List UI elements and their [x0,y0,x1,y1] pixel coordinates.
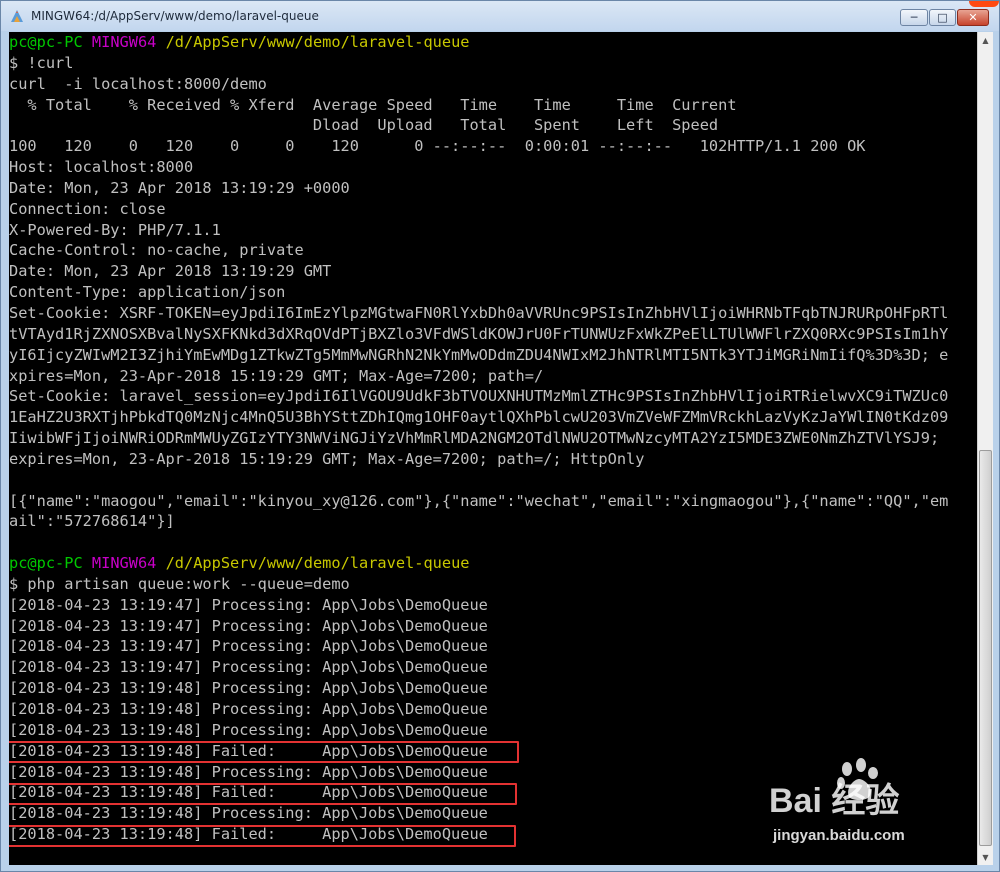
failed-line-highlight-box [9,824,516,847]
terminal-line: yI6IjcyZWIwM2I3ZjhiYmEwMDg1ZTkwZTg5MmMwN… [9,345,977,366]
window-title: MINGW64:/d/AppServ/www/demo/laravel-queu… [31,9,319,23]
terminal-line: Set-Cookie: laravel_session=eyJpdiI6IlVG… [9,386,977,407]
terminal-line: pc@pc-PC MINGW64 /d/AppServ/www/demo/lar… [9,32,977,53]
minimize-button[interactable]: ─ [900,9,928,26]
terminal-text-segment: Connection: close [9,199,166,218]
minimize-icon: ─ [910,11,918,24]
terminal-text-segment: ail":"572768614"}] [9,512,175,531]
terminal-output[interactable]: pc@pc-PC MINGW64 /d/AppServ/www/demo/lar… [9,32,977,865]
close-icon: ✕ [968,11,978,24]
terminal-line: Dload Upload Total Spent Left Speed [9,115,977,136]
terminal-text-segment: yI6IjcyZWIwM2I3ZjhiYmEwMDg1ZTkwZTg5MmMwN… [9,345,949,364]
terminal-line: X-Powered-By: PHP/7.1.1 [9,220,977,241]
terminal-text-segment: Cache-Control: no-cache, private [9,241,304,260]
terminal-line: $ !curl [9,53,977,74]
terminal-text-segment: [2018-04-23 13:19:47] Processing: App\Jo… [9,637,488,656]
terminal-line: Date: Mon, 23 Apr 2018 13:19:29 +0000 [9,178,977,199]
terminal-text-segment: xpires=Mon, 23-Apr-2018 15:19:29 GMT; Ma… [9,366,544,385]
terminal-text-segment: Date: Mon, 23 Apr 2018 13:19:29 +0000 [9,178,350,197]
terminal-text-segment: [2018-04-23 13:19:48] Processing: App\Jo… [9,804,488,823]
terminal-text-segment: [2018-04-23 13:19:47] Processing: App\Jo… [9,658,488,677]
terminal-line: Connection: close [9,199,977,220]
corner-decoration [969,1,999,7]
terminal-line: [2018-04-23 13:19:48] Processing: App\Jo… [9,678,977,699]
maximize-button[interactable]: □ [929,9,956,26]
terminal-line: [2018-04-23 13:19:48] Processing: App\Jo… [9,803,977,824]
scroll-up-arrow-icon[interactable]: ▲ [978,32,993,48]
terminal-line: [2018-04-23 13:19:48] Processing: App\Jo… [9,720,977,741]
maximize-icon: □ [937,11,948,24]
terminal-text-segment: /d/AppServ/www/demo/laravel-queue [165,33,470,51]
terminal-text-segment: % Total % Received % Xferd Average Speed… [9,95,737,114]
terminal-line: pc@pc-PC MINGW64 /d/AppServ/www/demo/lar… [9,553,977,574]
terminal-line: expires=Mon, 23-Apr-2018 15:19:29 GMT; M… [9,449,977,470]
terminal-text-segment: 1EaHZ2U3RXTjhPbkdTQ0MzNjc4MnQ5U3BhYSttZD… [9,408,949,427]
terminal-line: [2018-04-23 13:19:48] Processing: App\Jo… [9,762,977,783]
terminal-text-segment: MINGW64 [91,554,157,573]
terminal-line: ail":"572768614"}] [9,511,977,532]
terminal-text-segment: 100 120 0 120 0 0 120 0 --:--:-- 0:00:01… [9,137,866,156]
terminal-text-segment: [{"name":"maogou","email":"kinyou_xy@126… [9,491,949,510]
terminal-line: [2018-04-23 13:19:47] Processing: App\Jo… [9,636,977,657]
terminal-line: Content-Type: application/json [9,282,977,303]
scrollbar-thumb[interactable] [979,450,992,846]
vertical-scrollbar[interactable]: ▲ ▼ [977,32,993,865]
terminal-line: [2018-04-23 13:19:47] Processing: App\Jo… [9,657,977,678]
terminal-text-segment: pc@pc-PC [9,554,83,573]
terminal-line: [2018-04-23 13:19:47] Processing: App\Jo… [9,616,977,637]
terminal-line: 1EaHZ2U3RXTjhPbkdTQ0MzNjc4MnQ5U3BhYSttZD… [9,407,977,428]
failed-line-highlight-box [9,783,517,806]
terminal-line: Set-Cookie: XSRF-TOKEN=eyJpdiI6ImEzYlpzM… [9,303,977,324]
terminal-line: IiwibWFjIjoiNWRiODRmMWUyZGIzYTY3NWViNGJi… [9,428,977,449]
terminal-text-segment: X-Powered-By: PHP/7.1.1 [9,220,221,239]
failed-line-highlight-box [9,741,519,764]
terminal-text-segment: tVTAyd1RjZXNOSXBvalNySXFKNkd3dXRqOVdPTjB… [9,324,949,343]
title-bar[interactable]: MINGW64:/d/AppServ/www/demo/laravel-queu… [1,1,999,31]
terminal-line: [{"name":"maogou","email":"kinyou_xy@126… [9,491,977,512]
terminal-text-segment: expires=Mon, 23-Apr-2018 15:19:29 GMT; M… [9,449,645,468]
terminal-line: tVTAyd1RjZXNOSXBvalNySXFKNkd3dXRqOVdPTjB… [9,324,977,345]
terminal-line: $ php artisan queue:work --queue=demo [9,574,977,595]
terminal-text-segment: curl -i localhost:8000/demo [9,74,267,93]
terminal-text-segment: Set-Cookie: laravel_session=eyJpdiI6IlVG… [9,387,949,406]
scroll-down-arrow-icon[interactable]: ▼ [978,849,993,865]
terminal-text-segment: IiwibWFjIjoiNWRiODRmMWUyZGIzYTY3NWViNGJi… [9,429,940,448]
terminal-line: [2018-04-23 13:19:47] Processing: App\Jo… [9,595,977,616]
terminal-line: xpires=Mon, 23-Apr-2018 15:19:29 GMT; Ma… [9,366,977,387]
terminal-text-segment: Date: Mon, 23 Apr 2018 13:19:29 GMT [9,262,332,281]
terminal-lines: pc@pc-PC MINGW64 /d/AppServ/www/demo/lar… [9,32,977,845]
terminal-text-segment: [2018-04-23 13:19:48] Processing: App\Jo… [9,700,488,718]
terminal-text-segment: [2018-04-23 13:19:47] Processing: App\Jo… [9,616,488,635]
terminal-text-segment: MINGW64 [91,33,157,51]
terminal-line: Cache-Control: no-cache, private [9,240,977,261]
terminal-text-segment: pc@pc-PC [9,33,83,51]
terminal-text-segment: $ php artisan queue:work --queue=demo [9,574,350,593]
terminal-text-segment: Host: localhost:8000 [9,158,194,177]
terminal-window: MINGW64:/d/AppServ/www/demo/laravel-queu… [0,0,1000,872]
terminal-text-segment: Content-Type: application/json [9,283,286,302]
terminal-text-segment: [2018-04-23 13:19:48] Processing: App\Jo… [9,720,488,739]
terminal-text-segment: Set-Cookie: XSRF-TOKEN=eyJpdiI6ImEzYlpzM… [9,303,949,322]
terminal-line: Host: localhost:8000 [9,157,977,178]
terminal-line: [2018-04-23 13:19:48] Processing: App\Jo… [9,699,977,720]
mingw-app-icon [11,10,23,22]
close-button[interactable]: ✕ [957,9,989,26]
terminal-line: % Total % Received % Xferd Average Speed… [9,95,977,116]
terminal-text-segment: [2018-04-23 13:19:48] Processing: App\Jo… [9,679,488,698]
terminal-line: 100 120 0 120 0 0 120 0 --:--:-- 0:00:01… [9,136,977,157]
terminal-text-segment: [2018-04-23 13:19:48] Processing: App\Jo… [9,762,488,781]
terminal-text-segment: [2018-04-23 13:19:47] Processing: App\Jo… [9,595,488,614]
terminal-text-segment: $ !curl [9,53,74,72]
terminal-line: Date: Mon, 23 Apr 2018 13:19:29 GMT [9,261,977,282]
terminal-text-segment: /d/AppServ/www/demo/laravel-queue [165,554,470,573]
terminal-line: curl -i localhost:8000/demo [9,74,977,95]
terminal-text-segment: Dload Upload Total Spent Left Speed [9,116,719,135]
